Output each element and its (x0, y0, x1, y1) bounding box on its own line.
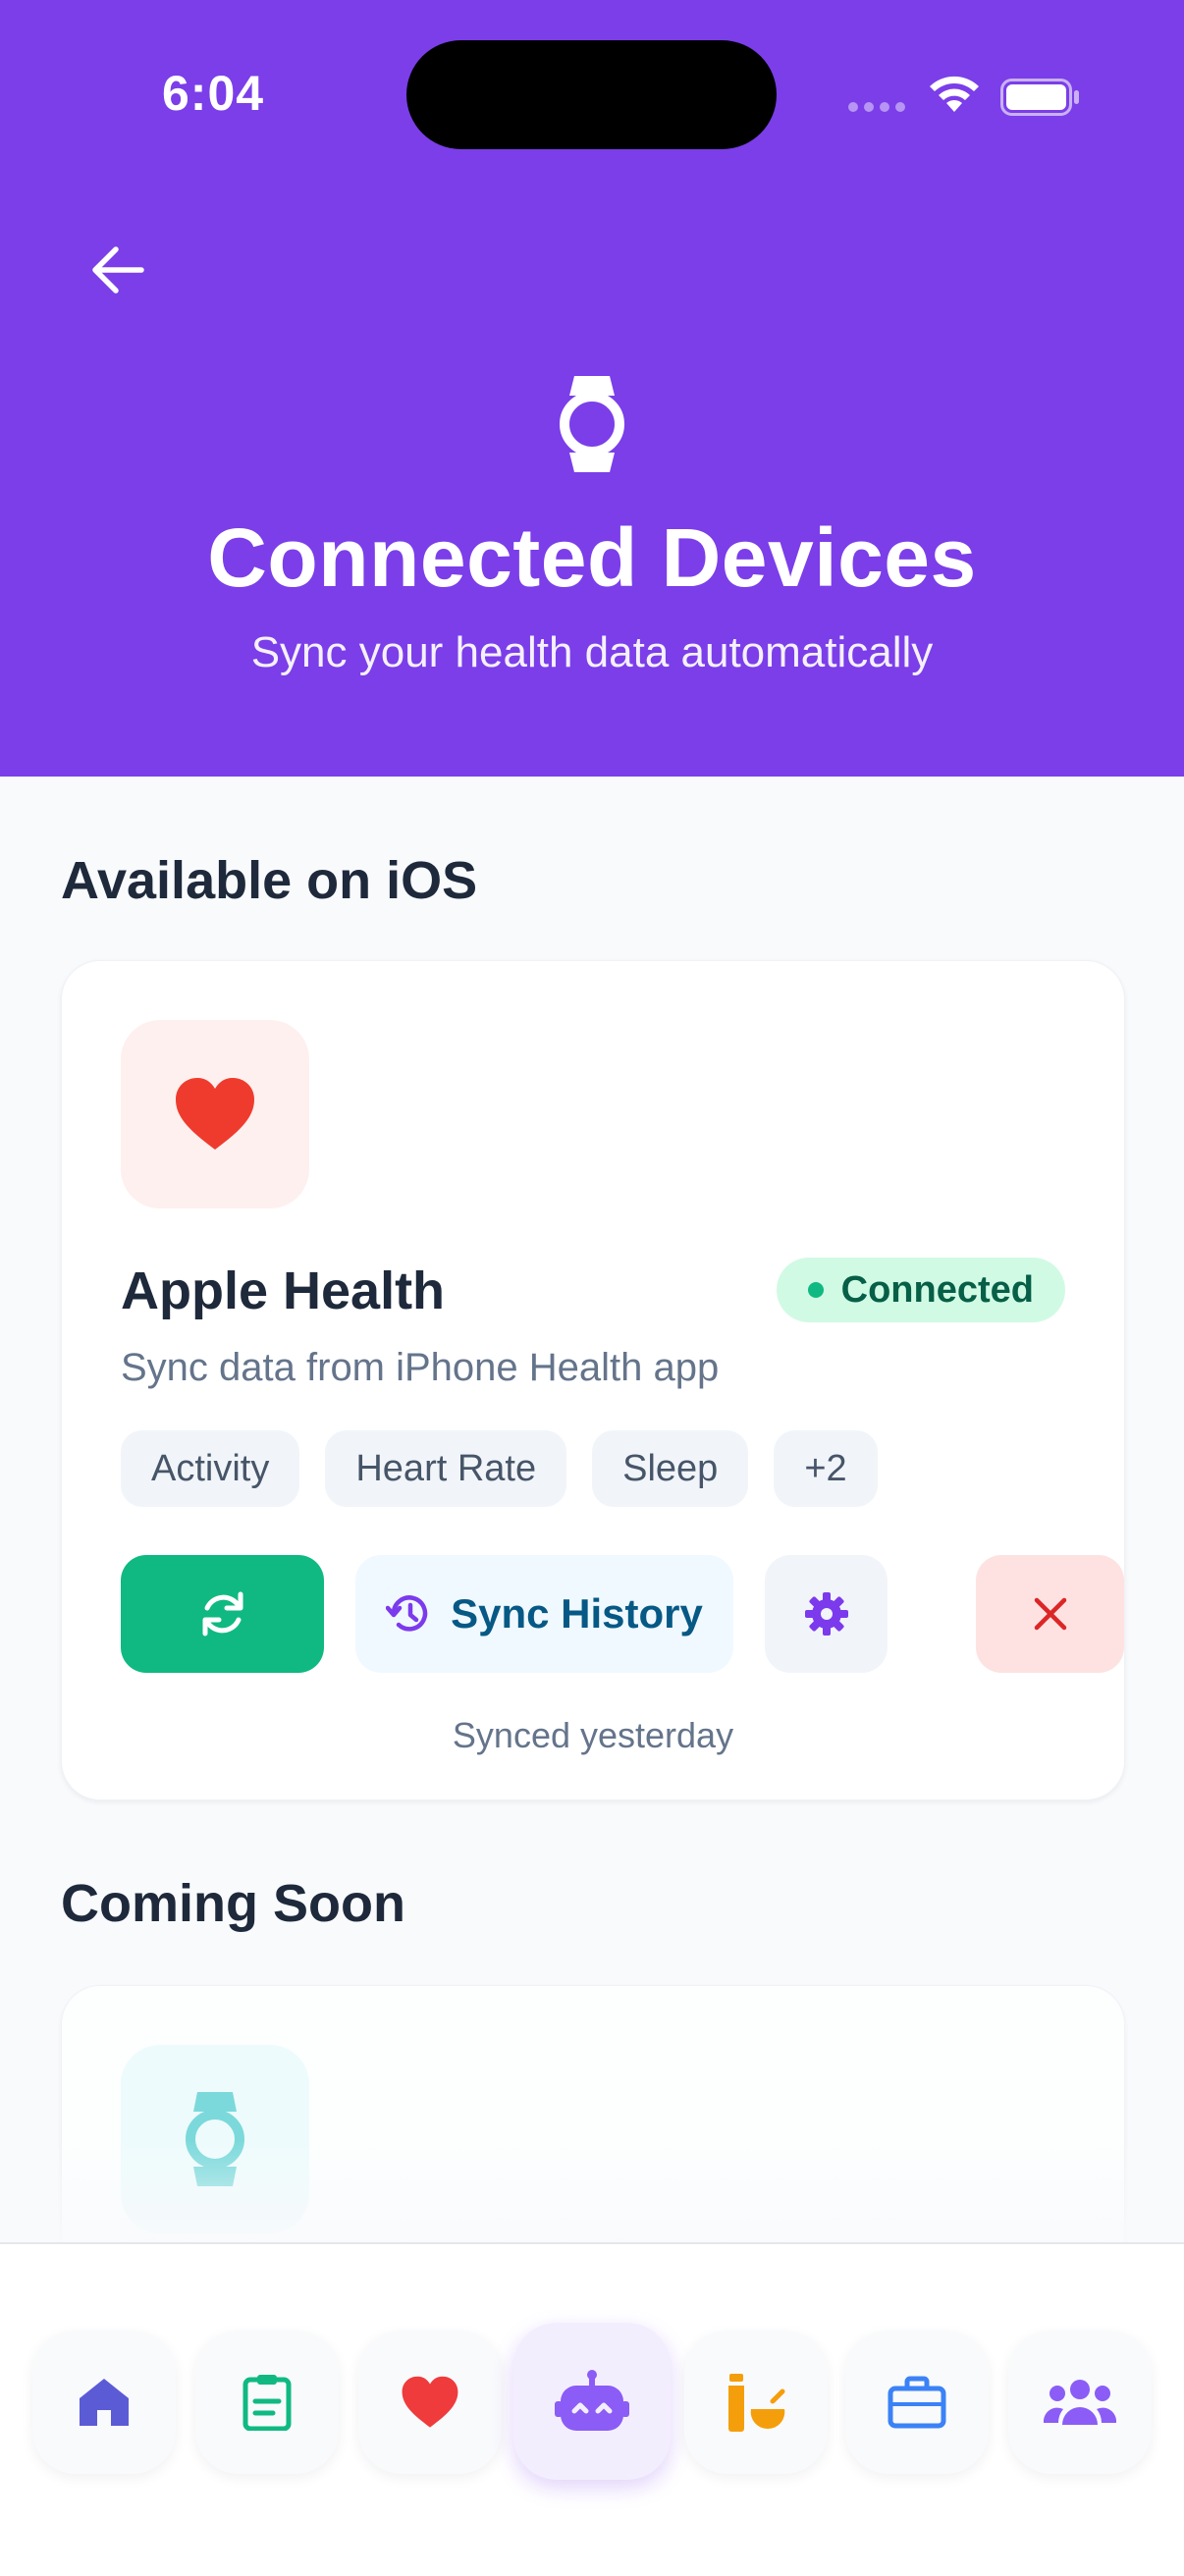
gear-icon (804, 1592, 848, 1636)
scroll-fade (0, 2140, 1184, 2242)
status-label: Connected (840, 1268, 1034, 1311)
sync-history-label: Sync History (451, 1590, 703, 1637)
section-title-coming-soon: Coming Soon (61, 1874, 405, 1933)
nav-assistant[interactable] (513, 2323, 671, 2480)
clipboard-icon (242, 2375, 292, 2431)
status-badge: Connected (776, 1258, 1065, 1322)
nav-records[interactable] (195, 2331, 339, 2474)
status-time: 6:04 (162, 66, 265, 121)
device-name: Apple Health (121, 1261, 446, 1320)
sync-now-button[interactable] (121, 1555, 324, 1673)
status-dot (807, 1282, 824, 1298)
data-type-tags: Activity Heart Rate Sleep +2 (121, 1430, 878, 1507)
last-synced-note: Synced yesterday (452, 1715, 734, 1755)
arrow-left-icon (92, 246, 144, 294)
bottom-nav (0, 2242, 1184, 2576)
users-icon (1044, 2380, 1116, 2425)
nav-home[interactable] (32, 2331, 176, 2474)
wifi-icon (930, 76, 979, 112)
tag-sleep: Sleep (592, 1430, 749, 1507)
page-title: Connected Devices (207, 511, 977, 604)
nav-community[interactable] (1008, 2331, 1152, 2474)
section-title-available: Available on iOS (61, 851, 478, 910)
signal-icon (848, 102, 905, 112)
tag-more: +2 (774, 1430, 878, 1507)
close-icon (1034, 1597, 1066, 1631)
robot-icon (555, 2370, 629, 2431)
dynamic-island (406, 40, 777, 149)
briefcase-icon (888, 2376, 946, 2429)
sync-history-button[interactable]: Sync History (355, 1555, 733, 1673)
card-actions: Sync History (121, 1555, 1124, 1673)
heart-icon (176, 1078, 254, 1150)
device-description: Sync data from iPhone Health app (121, 1346, 720, 1389)
apple-health-app-icon (121, 1020, 309, 1208)
header: 6:04 Connected Devices Sync your health … (0, 0, 1184, 777)
tag-activity: Activity (121, 1430, 300, 1507)
battery-icon (1000, 79, 1079, 116)
bottle-icon (728, 2374, 785, 2432)
device-card-apple-health: Apple Health Connected Sync data from iP… (61, 960, 1125, 1800)
device-settings-button[interactable] (765, 1555, 888, 1673)
back-button[interactable] (79, 231, 157, 309)
disconnect-button[interactable] (976, 1555, 1124, 1673)
sync-icon (202, 1591, 242, 1637)
watch-icon (560, 376, 624, 472)
nav-medications[interactable] (684, 2331, 828, 2474)
nav-health[interactable] (358, 2331, 502, 2474)
heart-icon (402, 2376, 458, 2428)
history-icon (386, 1595, 428, 1632)
home-icon (80, 2379, 129, 2426)
page-subtitle: Sync your health data automatically (250, 628, 934, 676)
status-icons (848, 75, 1084, 116)
tag-heart-rate: Heart Rate (325, 1430, 567, 1507)
nav-services[interactable] (845, 2331, 989, 2474)
